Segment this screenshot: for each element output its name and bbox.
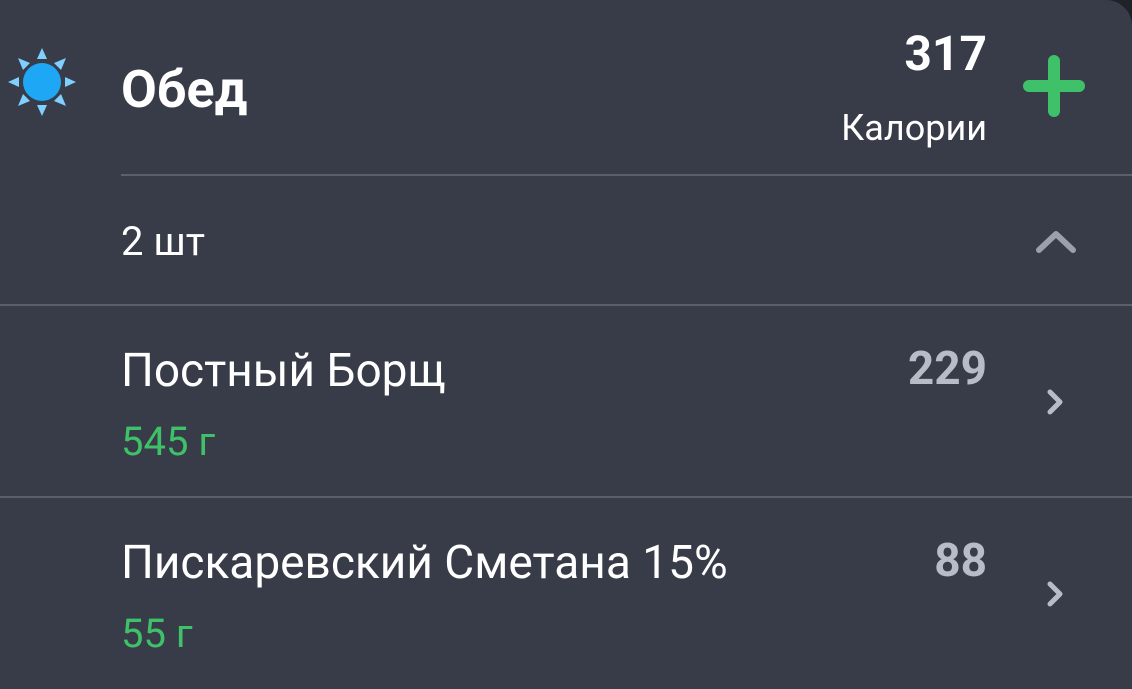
food-weight: 545 г [121,418,216,465]
food-name: Пискаревский Сметана 15% [121,536,728,590]
collapse-toggle[interactable] [1024,216,1088,266]
total-calories: 317 [904,25,987,82]
food-calories: 88 [934,534,987,588]
item-count: 2 шт [121,218,206,265]
food-item-row[interactable]: Постный Борщ 545 г 229 [0,306,1132,496]
food-weight: 55 г [121,610,193,657]
plus-icon [1023,55,1085,117]
calories-label: Калории [841,107,987,149]
meal-card: Обед 317 Калории 2 шт Постный Борщ 545 г… [0,0,1132,689]
food-name: Постный Борщ [121,344,446,398]
meal-title: Обед [121,59,248,120]
chevron-up-icon [1036,231,1076,253]
sun-icon [8,48,76,116]
add-food-button[interactable] [1014,48,1094,124]
chevron-right-icon [1047,581,1063,607]
food-item-row[interactable]: Пискаревский Сметана 15% 55 г 88 [0,498,1132,688]
food-calories: 229 [907,342,987,396]
chevron-right-icon [1047,389,1063,415]
divider [121,174,1132,176]
